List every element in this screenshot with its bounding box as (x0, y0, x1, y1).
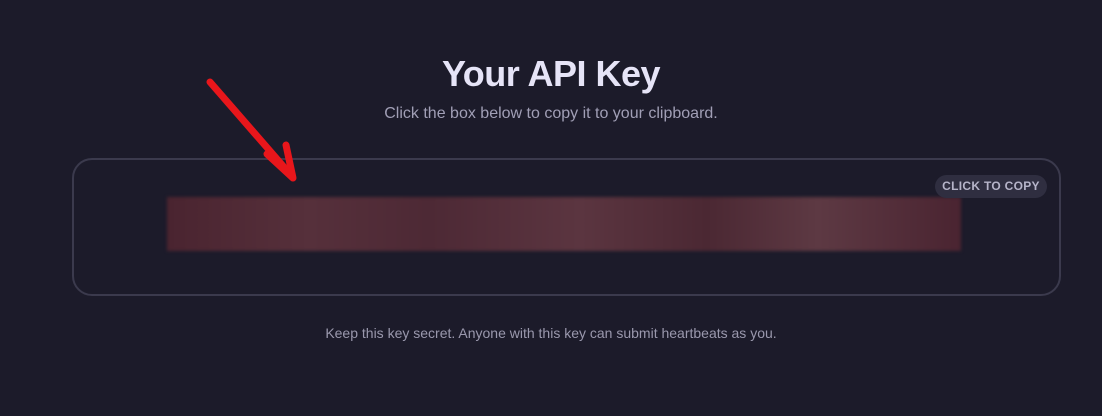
click-to-copy-badge[interactable]: CLICK TO COPY (935, 175, 1047, 198)
api-key-value-redacted[interactable] (167, 197, 961, 251)
api-key-page: Your API Key Click the box below to copy… (0, 0, 1102, 416)
secret-warning-note: Keep this key secret. Anyone with this k… (325, 325, 777, 341)
page-subtitle: Click the box below to copy it to your c… (384, 105, 718, 122)
red-arrow-icon (206, 78, 297, 182)
page-title: Your API Key (441, 53, 661, 94)
